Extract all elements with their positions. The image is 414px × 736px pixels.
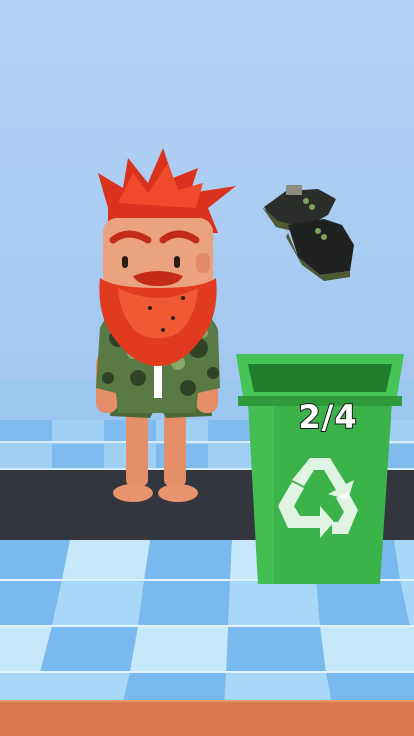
bin-counter: 2/4 [297,397,358,437]
bearded-character[interactable] [78,148,248,508]
boots-item[interactable] [258,185,368,285]
recycle-bin[interactable] [234,352,406,588]
game-scene: 2/4 [0,0,414,736]
wood-floor [0,702,414,736]
